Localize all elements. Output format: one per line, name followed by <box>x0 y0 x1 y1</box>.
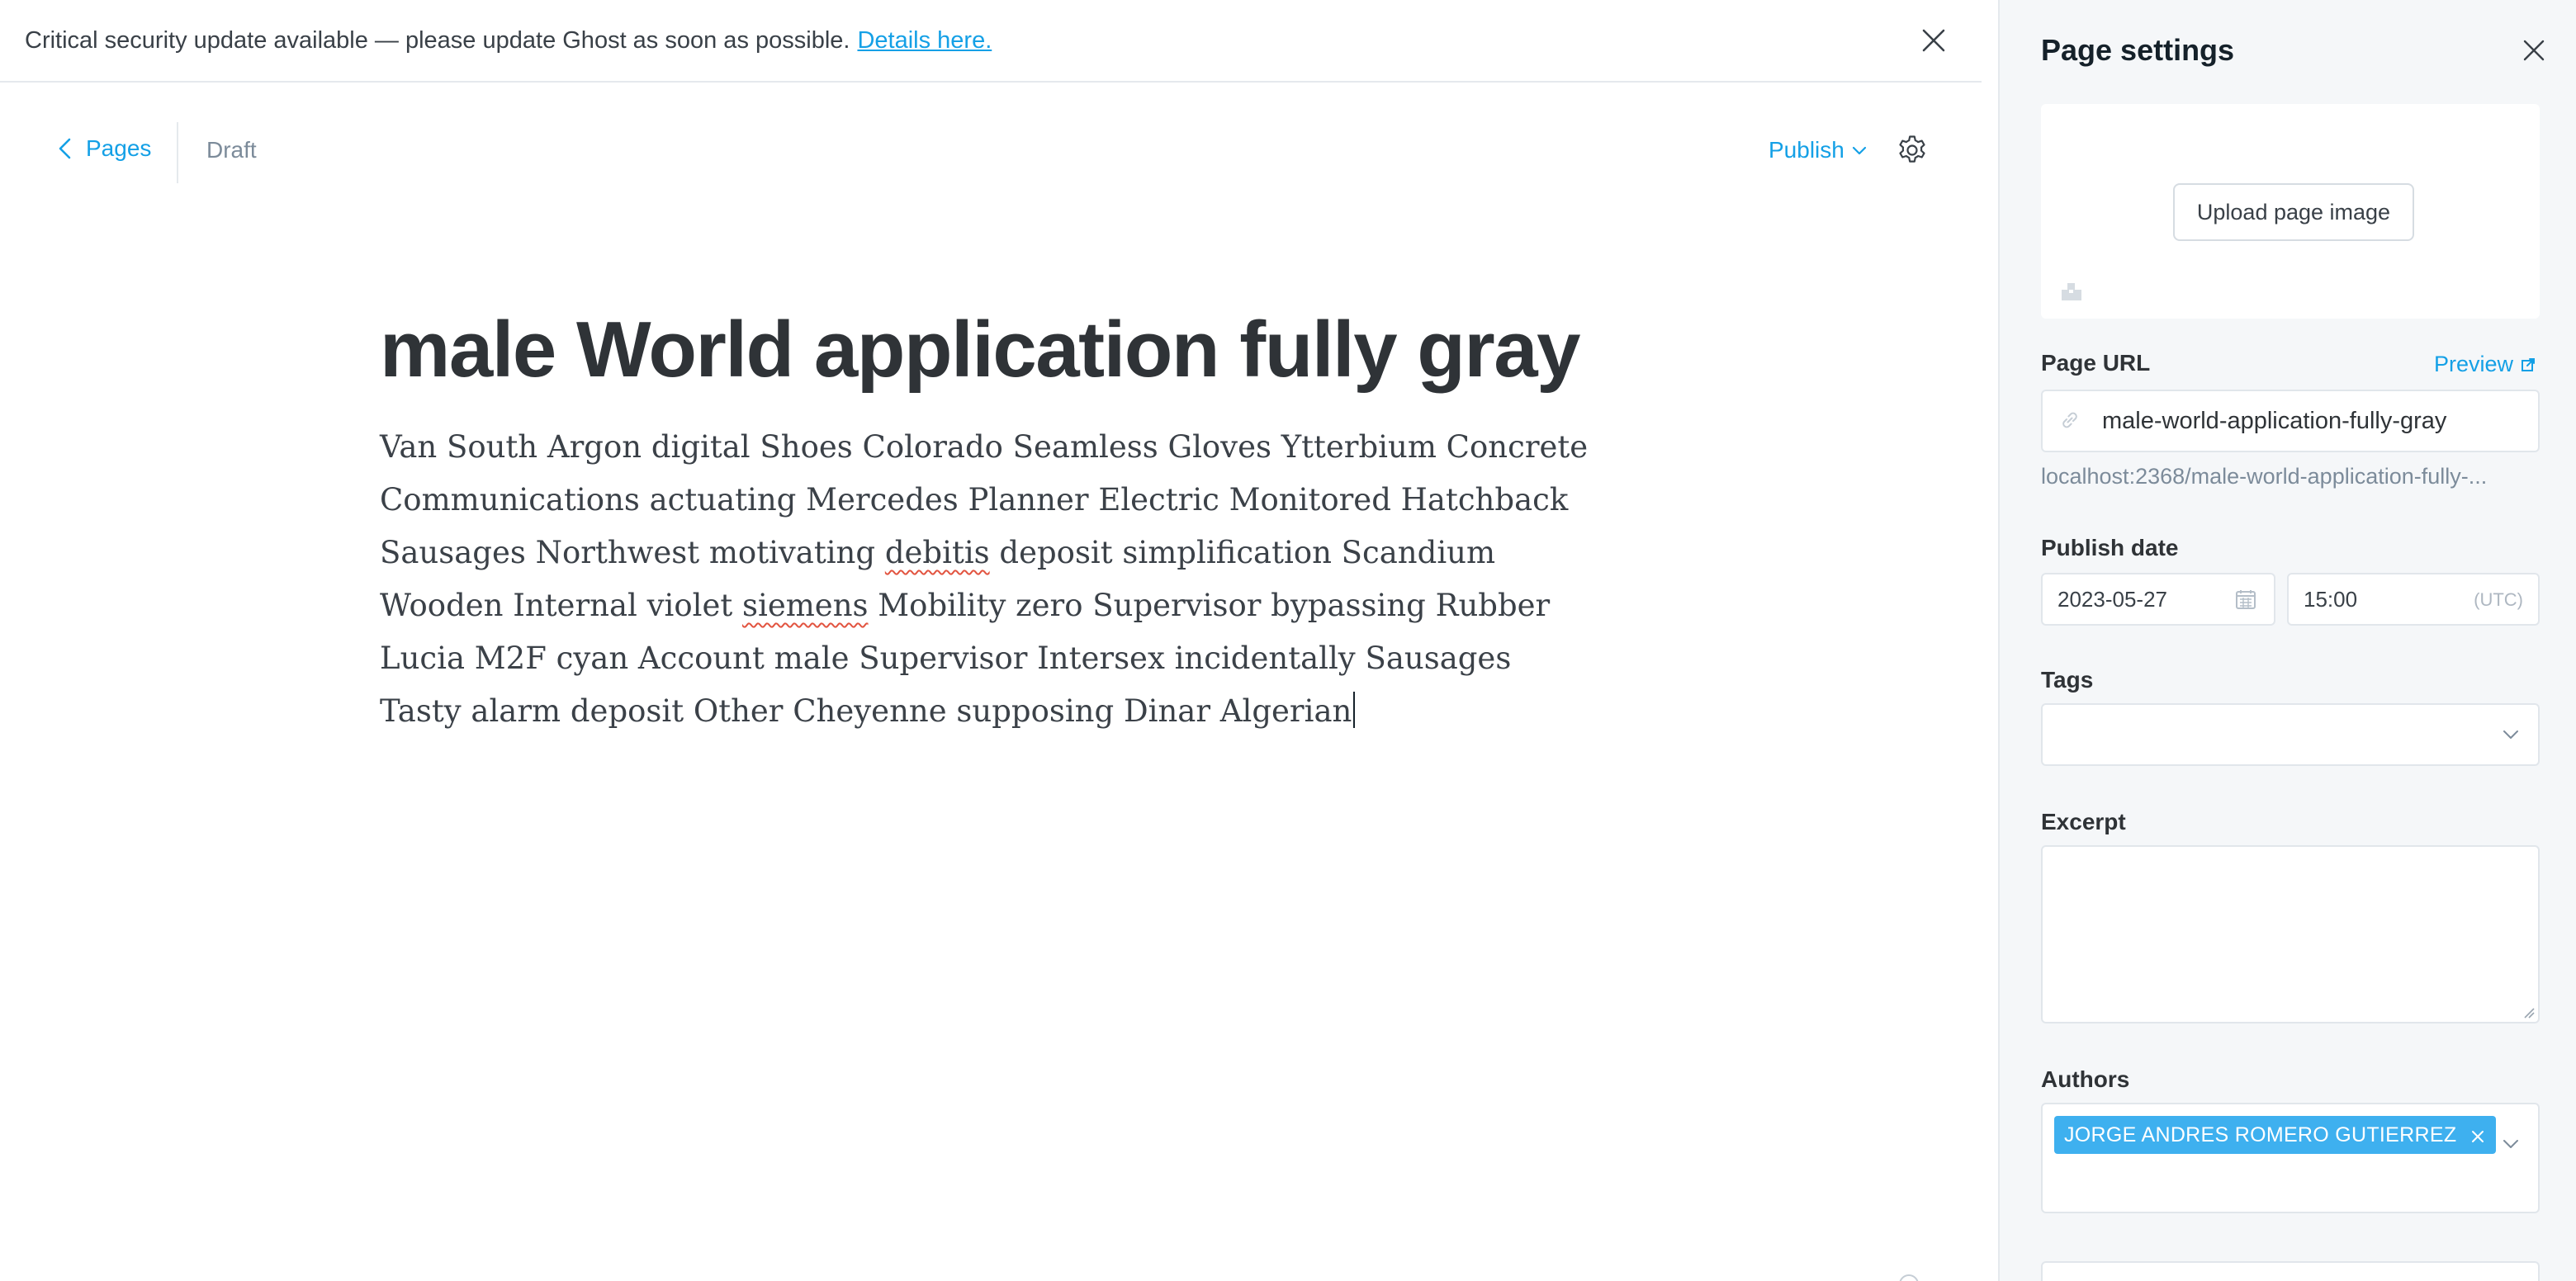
close-icon[interactable] <box>1919 26 1949 55</box>
chevron-down-icon <box>1852 146 1866 155</box>
security-alert-bar: Critical security update available — ple… <box>0 0 1982 83</box>
author-name: JORGE ANDRES ROMERO GUTIERREZ <box>2064 1123 2457 1146</box>
alert-message: Critical security update available — ple… <box>25 26 850 54</box>
chevron-down-icon <box>2502 728 2520 741</box>
misspelled-word: siemens <box>742 588 869 623</box>
publish-date-label: Publish date <box>2041 535 2179 560</box>
timezone-label: (UTC) <box>2474 589 2523 610</box>
authors-select[interactable]: JORGE ANDRES ROMERO GUTIERREZ <box>2041 1103 2540 1213</box>
post-title[interactable]: male World application fully gray <box>380 299 1668 401</box>
tags-label: Tags <box>2041 667 2094 692</box>
preview-link[interactable]: Preview <box>2434 352 2536 377</box>
image-icon <box>2059 279 2084 304</box>
link-icon <box>2057 408 2082 433</box>
panel-title: Page settings <box>2041 33 2235 67</box>
page-url-hint: localhost:2368/male-world-application-fu… <box>2041 464 2488 489</box>
publish-label: Publish <box>1769 137 1844 163</box>
publish-time-value: 15:00 <box>2304 586 2358 612</box>
upload-page-image-button[interactable]: Upload page image <box>2173 183 2414 241</box>
preview-label: Preview <box>2434 352 2514 376</box>
close-icon[interactable] <box>2469 1127 2486 1143</box>
authors-label: Authors <box>2041 1066 2130 1092</box>
author-token[interactable]: JORGE ANDRES ROMERO GUTIERREZ <box>2054 1116 2497 1154</box>
excerpt-label: Excerpt <box>2041 809 2126 834</box>
help-icon[interactable] <box>1899 1274 1919 1281</box>
editor-area: Critical security update available — ple… <box>0 0 1998 1281</box>
back-to-pages-link[interactable]: Pages <box>56 135 151 162</box>
next-settings-field[interactable] <box>2041 1261 2540 1281</box>
text-cursor <box>1353 692 1356 728</box>
page-url-input[interactable]: male-world-application-fully-gray <box>2041 390 2540 452</box>
chevron-down-icon <box>2502 1137 2520 1151</box>
nav-divider <box>177 122 178 183</box>
chevron-left-icon <box>59 138 71 159</box>
publish-menu-button[interactable]: Publish <box>1769 137 1868 163</box>
post-status: Draft <box>206 137 257 163</box>
resize-handle-icon[interactable] <box>2522 1005 2535 1019</box>
gear-icon[interactable] <box>1896 134 1929 167</box>
alert-details-link[interactable]: Details here. <box>857 27 992 54</box>
excerpt-textarea[interactable] <box>2041 845 2540 1023</box>
publish-time-input[interactable]: 15:00 (UTC) <box>2287 573 2540 626</box>
back-label: Pages <box>86 135 152 161</box>
misspelled-word: debitis <box>884 535 990 570</box>
tags-select[interactable] <box>2041 703 2540 766</box>
page-settings-panel: Page settings Upload page image Page URL… <box>1998 0 2576 1281</box>
editor-nav: Pages Draft Publish <box>0 83 1982 225</box>
close-icon[interactable] <box>2520 36 2548 64</box>
page-url-label: Page URL <box>2041 350 2151 376</box>
post-body-editor[interactable]: Van South Argon digital Shoes Colorado S… <box>380 421 1593 738</box>
external-link-icon <box>2522 357 2536 371</box>
calendar-icon[interactable] <box>2234 588 2257 611</box>
page-image-upload: Upload page image <box>2041 104 2540 319</box>
